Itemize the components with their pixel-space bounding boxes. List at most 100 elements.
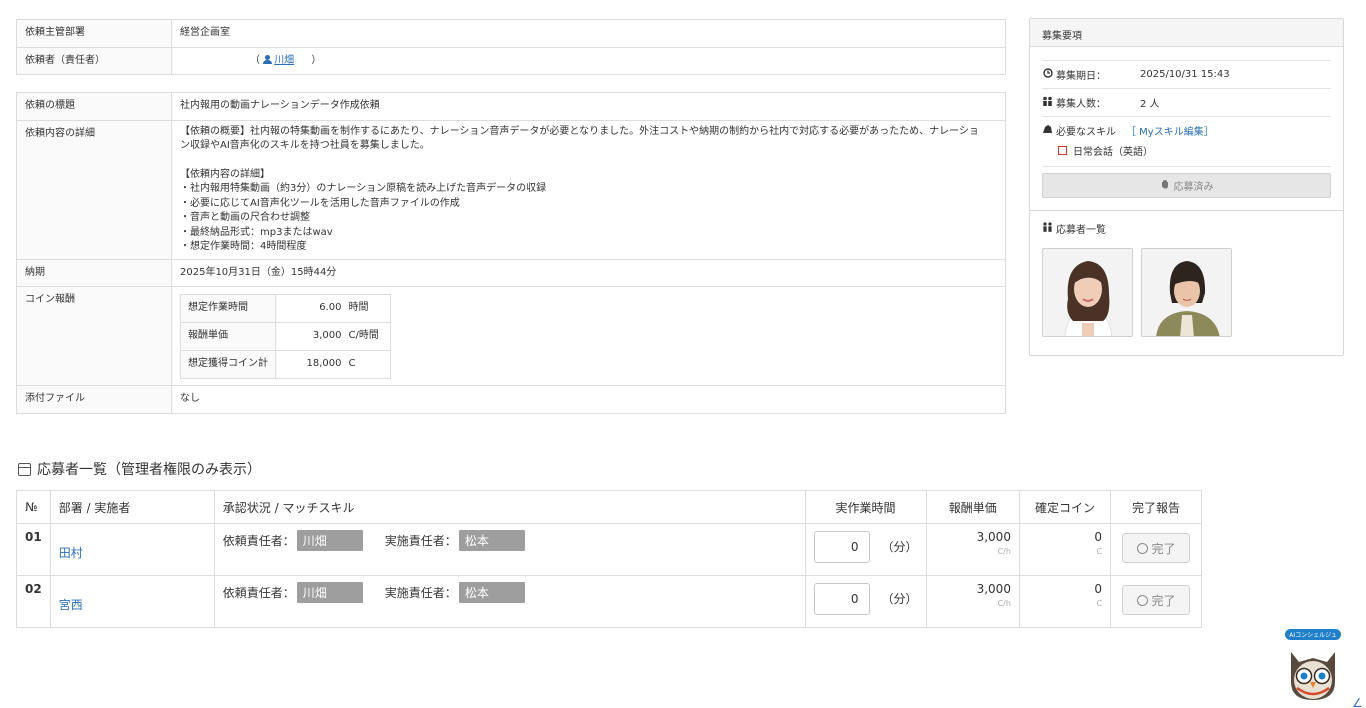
dept-value: 経営企画室 xyxy=(171,19,1006,48)
approval-cell: 依頼責任者： 川畑 実施責任者： 松本 xyxy=(213,575,806,628)
col-header-done: 完了報告 xyxy=(1110,490,1202,524)
detail-label: 依頼内容の詳細 xyxy=(16,119,172,260)
coin-label: コイン報酬 xyxy=(16,286,172,386)
col-header-dept: 部署 / 実施者 xyxy=(49,490,215,524)
coin-value: 想定作業時間 6.00 時間 報酬単価 3,000 C/時間 想定獲得コイン計 … xyxy=(171,286,1006,386)
done-cell: 完了 xyxy=(1110,523,1202,576)
detail-line: ・音声と動画の尺合わせ調整 xyxy=(180,212,310,223)
title-label: 依頼の標題 xyxy=(16,92,172,121)
applicants-table: № 部署 / 実施者 承認状況 / マッチスキル 実作業時間 報酬単価 確定コイ… xyxy=(16,490,1202,628)
applicants-panel-title: 応募者一覧 xyxy=(1042,221,1331,236)
requester-label: 依頼責任者： xyxy=(222,586,295,600)
col-header-rate: 報酬単価 xyxy=(925,490,1020,524)
recruit-count-row: 募集人数： 2 人 xyxy=(1042,89,1331,117)
done-button-label: 完了 xyxy=(1151,541,1176,556)
skill-item-label: 日常会話（英語） xyxy=(1073,147,1153,158)
applied-button[interactable]: 応募済み xyxy=(1042,173,1331,198)
dept-label: 依頼主管部署 xyxy=(16,19,172,48)
rate-cell: 3,000 C/h xyxy=(925,523,1020,576)
rate-unit: C/h xyxy=(997,547,1011,556)
recruit-deadline-label: 募集期日： xyxy=(1056,71,1106,82)
coin-row-label: 想定獲得コイン計 xyxy=(180,350,276,379)
done-button[interactable]: 完了 xyxy=(1122,585,1191,615)
detail-value: 【依頼の概要】社内報の特集動画を制作するにあたり、ナレーション音声データが必要と… xyxy=(171,119,1006,260)
my-skill-edit-link[interactable]: ［ Myスキル編集］ xyxy=(1126,123,1214,138)
ai-concierge-button[interactable]: AIコンシェルジュ xyxy=(1285,629,1341,701)
done-button-label: 完了 xyxy=(1151,593,1176,608)
dept-cell: 田村 xyxy=(49,523,215,576)
hand-icon xyxy=(1160,179,1171,192)
rate-unit: C/h xyxy=(997,599,1011,608)
coin-row-value: 3,000 xyxy=(275,322,346,351)
applicants-section-label: 応募者一覧（管理者権限のみ表示） xyxy=(37,462,261,478)
skill-icon xyxy=(1042,124,1053,137)
applicants-panel-label: 応募者一覧 xyxy=(1056,225,1106,236)
coin-unit: C xyxy=(1096,547,1103,556)
requester-badge: 川畑 xyxy=(296,582,363,603)
detail-line: ・最終納品形式：mp3またはwav xyxy=(180,226,333,238)
col-header-work-time: 実作業時間 xyxy=(804,490,927,524)
owl-icon xyxy=(1291,652,1335,700)
recruit-count-value: 2 人 xyxy=(1140,99,1160,110)
requester-label: 依頼者（責任者） xyxy=(16,46,172,75)
avatar[interactable] xyxy=(1141,248,1232,337)
coin-table: 想定作業時間 6.00 時間 報酬単価 3,000 C/時間 想定獲得コイン計 … xyxy=(180,294,391,379)
coin-value: 0 xyxy=(1094,530,1103,544)
table-row: 02 宮西 依頼責任者： 川畑 実施責任者： 松本 （分） 3,000 xyxy=(16,575,1202,628)
skill-block: 必要なスキル ［ Myスキル編集］ 日常会話（英語） xyxy=(1042,117,1331,167)
attachment-label: 添付ファイル xyxy=(16,385,172,414)
approval-cell: 依頼責任者： 川畑 実施責任者： 松本 xyxy=(213,523,806,576)
col-header-no: № xyxy=(16,490,51,524)
coin-cell: 0 C xyxy=(1018,523,1112,576)
detail-line: ン収録やAI音声化のスキルを持つ社員を募集しました。 xyxy=(180,140,430,151)
applied-button-label: 応募済み xyxy=(1173,182,1214,193)
coin-value: 0 xyxy=(1094,582,1103,596)
applicant-avatars xyxy=(1042,248,1331,337)
coin-row-value: 18,000 xyxy=(275,350,346,379)
ai-concierge-label: AIコンシェルジュ xyxy=(1285,629,1341,640)
detail-line: 【依頼内容の詳細】 xyxy=(180,168,270,180)
people-icon xyxy=(1042,96,1053,109)
work-time-input[interactable] xyxy=(813,583,870,615)
request-detail-table: 依頼の標題 社内報用の動画ナレーションデータ作成依頼 依頼内容の詳細 【依頼の概… xyxy=(16,92,1006,414)
col-header-coin: 確定コイン xyxy=(1018,490,1112,524)
recruit-deadline-value: 2025/10/31 15:43 xyxy=(1140,69,1230,80)
work-time-unit: （分） xyxy=(881,540,918,554)
executor-badge: 松本 xyxy=(458,582,525,603)
check-circle-icon xyxy=(1136,542,1148,554)
recruit-deadline-row: 募集期日： 2025/10/31 15:43 xyxy=(1042,61,1331,89)
coin-row-unit: C xyxy=(345,350,391,379)
applicant-name-link[interactable]: 宮西 xyxy=(59,596,206,613)
deadline-label: 納期 xyxy=(16,258,172,287)
work-time-input[interactable] xyxy=(813,531,870,563)
avatar[interactable] xyxy=(1042,248,1133,337)
work-time-cell: （分） xyxy=(804,575,927,628)
check-circle-icon xyxy=(1136,594,1148,606)
recruit-panel-title: 募集要項 xyxy=(1030,19,1343,47)
applicant-name-link[interactable]: 田村 xyxy=(59,544,206,561)
requester-open-paren: （ xyxy=(250,54,260,66)
executor-badge: 松本 xyxy=(458,530,525,551)
coin-cell: 0 C xyxy=(1018,575,1112,628)
dept-cell: 宮西 xyxy=(49,575,215,628)
coin-row-label: 想定作業時間 xyxy=(180,294,276,323)
requester-close-paren: ） xyxy=(311,54,322,66)
requester-label: 依頼責任者： xyxy=(222,534,295,548)
detail-line: ・想定作業時間：4時間程度 xyxy=(180,241,307,252)
recruit-panel: 募集要項 募集期日： 2025/10/31 15:43 募集人数： 2 人 必要… xyxy=(1029,18,1344,356)
detail-line: 【依頼の概要】社内報の特集動画を制作するにあたり、ナレーション音声データが必要と… xyxy=(180,125,979,137)
rate-value: 3,000 xyxy=(976,530,1011,544)
done-button[interactable]: 完了 xyxy=(1122,533,1191,563)
applicants-section-title: 応募者一覧（管理者権限のみ表示） xyxy=(18,459,261,479)
rate-cell: 3,000 C/h xyxy=(925,575,1020,628)
executor-label: 実施責任者： xyxy=(384,534,457,548)
requester-link[interactable]: 川畑 xyxy=(274,55,294,66)
attachment-value: なし xyxy=(171,385,1006,414)
checkbox-icon xyxy=(1058,146,1067,155)
coin-row-unit: 時間 xyxy=(345,294,391,323)
executor-label: 実施責任者： xyxy=(384,586,457,600)
title-value: 社内報用の動画ナレーションデータ作成依頼 xyxy=(171,92,1006,121)
recruit-count-label: 募集人数： xyxy=(1056,99,1106,110)
user-icon xyxy=(263,54,273,64)
requester-value: （ 川畑 ） xyxy=(171,46,1006,75)
